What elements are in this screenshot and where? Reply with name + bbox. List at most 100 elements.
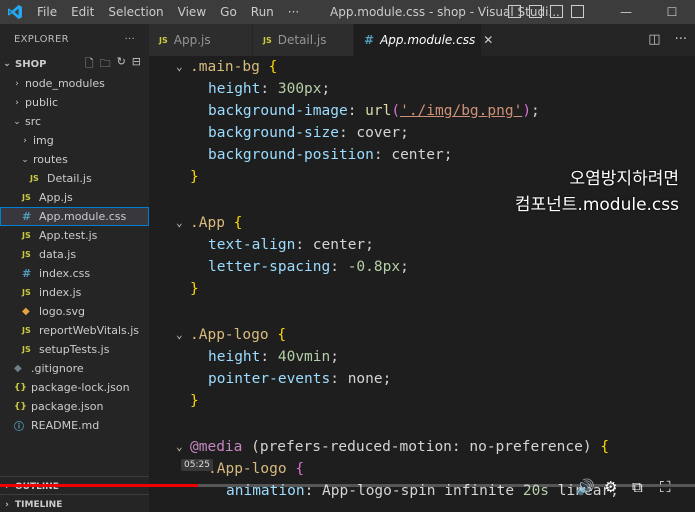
vscode-logo-icon <box>0 0 30 24</box>
chevron-down-icon: ⌄ <box>13 116 21 127</box>
code-line: height: 40vmin; <box>208 349 339 365</box>
miniplayer-icon[interactable]: ⧉ <box>632 478 643 496</box>
tree-item-label: package-lock.json <box>31 381 130 394</box>
explorer-more-icon[interactable]: ··· <box>125 34 135 45</box>
tree-item-label: node_modules <box>25 77 105 90</box>
fold-chevron-icon[interactable]: ⌄ <box>176 212 183 234</box>
folder-item[interactable]: › node_modules <box>0 74 149 93</box>
folder-item[interactable]: › img <box>0 131 149 150</box>
tab-app-module-css[interactable]: # App.module.css ✕ <box>354 24 493 56</box>
code-editor[interactable]: ⌄ .main-bg { height: 300px; background-i… <box>149 56 695 512</box>
chevron-right-icon: › <box>15 97 19 108</box>
volume-icon[interactable]: 🔊 <box>576 478 595 496</box>
close-icon[interactable]: ✕ <box>483 33 493 47</box>
file-item[interactable]: {} package.json <box>0 397 149 416</box>
json-file-icon: {} <box>14 401 27 412</box>
menu-edit[interactable]: Edit <box>64 0 101 24</box>
file-item[interactable]: JS data.js <box>0 245 149 264</box>
menu-run[interactable]: Run <box>244 0 281 24</box>
more-actions-icon[interactable]: ··· <box>675 24 687 56</box>
refresh-icon[interactable]: ↻ <box>117 55 126 74</box>
folder-item[interactable]: ⌄ src <box>0 112 149 131</box>
js-file-icon: JS <box>22 288 31 297</box>
css-value: cover <box>356 125 401 141</box>
file-item[interactable]: ◆ .gitignore <box>0 359 149 378</box>
file-item[interactable]: ◆ logo.svg <box>0 302 149 321</box>
explorer-sidebar: EXPLORER ··· ⌄ SHOP 🗋 🗀 ↻ ⊟ › node_module… <box>0 24 149 512</box>
file-item[interactable]: JS Detail.js <box>0 169 149 188</box>
css-file-icon: # <box>22 210 32 223</box>
menu-selection[interactable]: Selection <box>101 0 170 24</box>
file-item[interactable]: JS index.js <box>0 283 149 302</box>
fold-chevron-icon[interactable]: ⌄ <box>176 56 183 78</box>
explorer-actions: 🗋 🗀 ↻ ⊟ <box>85 55 149 74</box>
js-file-icon: JS <box>22 345 31 354</box>
menu-go[interactable]: Go <box>213 0 244 24</box>
css-property: background-image <box>208 103 348 119</box>
tab-app-js[interactable]: JS App.js <box>149 24 253 56</box>
file-item[interactable]: JS App.js <box>0 188 149 207</box>
split-editor-icon[interactable]: ◫ <box>648 24 660 56</box>
fold-chevron-icon[interactable]: ⌄ <box>176 436 183 458</box>
code-line: background-position: center; <box>208 147 453 163</box>
chevron-right-icon: › <box>5 499 9 510</box>
maximize-button[interactable]: ☐ <box>649 0 695 24</box>
project-section[interactable]: ⌄ SHOP 🗋 🗀 ↻ ⊟ <box>0 54 149 74</box>
file-item[interactable]: ⓘ README.md <box>0 416 149 435</box>
menu-bar: File Edit Selection View Go Run ··· <box>30 0 306 24</box>
tree-item-label: logo.svg <box>39 305 86 318</box>
tree-item-label: index.js <box>39 286 82 299</box>
menu-view[interactable]: View <box>171 0 213 24</box>
info-file-icon: ⓘ <box>14 422 24 433</box>
editor-actions: ◫ ··· <box>648 24 687 56</box>
code-line: .App-logo { <box>190 327 287 343</box>
file-item[interactable]: JS reportWebVitals.js <box>0 321 149 340</box>
video-caption: 오염방지하려면 컴포넌트.module.css <box>515 166 679 218</box>
tree-item-label: Detail.js <box>47 172 92 185</box>
file-item[interactable]: # App.module.css <box>0 207 149 226</box>
code-line: background-image: url('./img/bg.png'); <box>208 103 540 119</box>
toggle-panel-icon[interactable] <box>529 5 542 18</box>
code-line: height: 300px; <box>208 81 331 97</box>
minimize-button[interactable]: — <box>603 0 649 24</box>
js-file-icon: JS <box>22 250 31 259</box>
css-selector: .App-logo <box>208 461 287 477</box>
css-media-query: (prefers-reduced-motion: no-preference) <box>242 439 601 455</box>
customize-layout-icon[interactable] <box>571 5 584 18</box>
css-function: url <box>365 103 392 119</box>
file-item[interactable]: # index.css <box>0 264 149 283</box>
new-file-icon[interactable]: 🗋 <box>85 55 94 74</box>
tree-item-label: index.css <box>39 267 91 280</box>
file-item[interactable]: JS App.test.js <box>0 226 149 245</box>
svg-file-icon: ◆ <box>22 306 30 317</box>
fold-chevron-icon[interactable]: ⌄ <box>176 324 183 346</box>
tab-detail-js[interactable]: JS Detail.js <box>253 24 354 56</box>
timeline-section[interactable]: › TIMELINE <box>0 494 149 512</box>
menu-more[interactable]: ··· <box>281 0 306 24</box>
folder-item[interactable]: › public <box>0 93 149 112</box>
css-property: letter-spacing <box>208 259 331 275</box>
file-item[interactable]: JS setupTests.js <box>0 340 149 359</box>
css-string: './img/bg.png' <box>400 103 523 119</box>
file-item[interactable]: {} package-lock.json <box>0 378 149 397</box>
code-line: .main-bg { <box>190 59 278 75</box>
css-value: 40vmin <box>277 349 331 365</box>
code-line: text-align: center; <box>208 237 374 253</box>
settings-gear-icon[interactable]: ⚙ <box>604 478 617 496</box>
layout-controls <box>508 5 584 18</box>
collapse-all-icon[interactable]: ⊟ <box>132 55 141 74</box>
css-selector: .main-bg <box>190 59 260 75</box>
new-folder-icon[interactable]: 🗀 <box>100 55 111 74</box>
folder-item[interactable]: ⌄ routes <box>0 150 149 169</box>
tree-item-label: setupTests.js <box>39 343 110 356</box>
fullscreen-icon[interactable]: ⛶ <box>660 478 671 496</box>
chevron-down-icon: ⌄ <box>21 154 29 165</box>
css-value: center <box>312 237 366 253</box>
css-value: center <box>391 147 444 163</box>
toggle-secondary-sidebar-icon[interactable] <box>550 5 563 18</box>
menu-file[interactable]: File <box>30 0 64 24</box>
toggle-sidebar-icon[interactable] <box>508 5 521 18</box>
caption-line: 컴포넌트.module.css <box>514 195 679 215</box>
project-name: SHOP <box>15 58 47 70</box>
window-controls: — ☐ <box>603 0 695 24</box>
